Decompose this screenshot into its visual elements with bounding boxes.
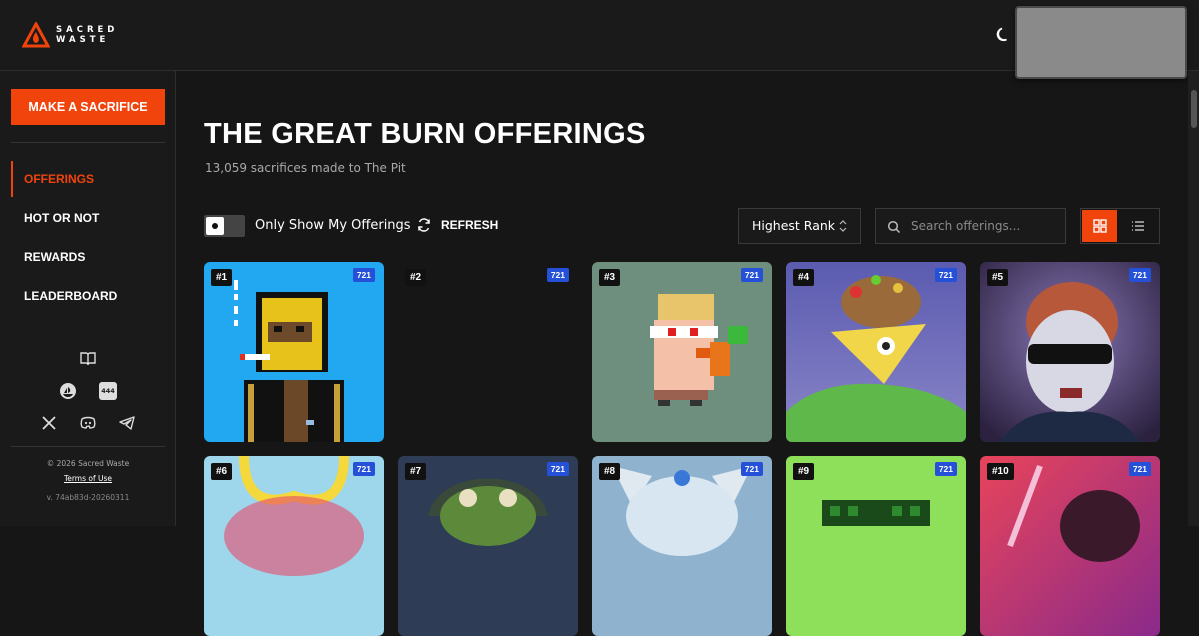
- offering-card[interactable]: #10 721: [980, 456, 1160, 636]
- nft-thumbnail: [592, 262, 772, 442]
- toggle-knob: [206, 217, 224, 235]
- token-standard-badge: 721: [352, 462, 375, 476]
- offering-card[interactable]: #5 721: [980, 262, 1160, 442]
- refresh-label: REFRESH: [441, 218, 499, 232]
- sidebar-divider: [11, 142, 165, 143]
- nft-thumbnail: [204, 456, 384, 636]
- social-row-1: [0, 351, 176, 367]
- view-toggle: [1080, 208, 1160, 244]
- book-icon[interactable]: [79, 351, 97, 367]
- offering-card[interactable]: #7 721: [398, 456, 578, 636]
- token-standard-badge: 721: [934, 268, 957, 282]
- social-row-2: 444: [0, 382, 176, 400]
- token-standard-badge: 721: [546, 462, 569, 476]
- offering-card[interactable]: #9 721: [786, 456, 966, 636]
- rank-badge: #6: [211, 463, 233, 480]
- my-offerings-toggle[interactable]: [204, 215, 245, 237]
- moon-icon[interactable]: [994, 26, 1012, 44]
- search-input[interactable]: [911, 217, 1061, 235]
- nft-thumbnail: [980, 262, 1160, 442]
- sidebar-item-offerings[interactable]: OFFERINGS: [11, 161, 165, 200]
- rank-badge: #10: [987, 463, 1014, 480]
- offering-card[interactable]: #8 721: [592, 456, 772, 636]
- rank-badge: #1: [211, 269, 233, 286]
- scrollbar-thumb[interactable]: [1191, 90, 1197, 128]
- 444-icon[interactable]: 444: [99, 382, 117, 400]
- terms-link[interactable]: Terms of Use: [0, 474, 176, 483]
- scrollbar-track[interactable]: [1188, 71, 1199, 526]
- opensea-icon[interactable]: [59, 382, 77, 400]
- sidebar: MAKE A SACRIFICE OFFERINGS HOT OR NOT RE…: [0, 71, 176, 526]
- make-sacrifice-button[interactable]: MAKE A SACRIFICE: [11, 89, 165, 125]
- refresh-button[interactable]: REFRESH: [417, 218, 498, 232]
- discord-icon[interactable]: [79, 415, 97, 431]
- sidebar-nav: OFFERINGS HOT OR NOT REWARDS LEADERBOARD: [11, 161, 165, 317]
- page-title: THE GREAT BURN OFFERINGS: [204, 118, 646, 150]
- rank-badge: #4: [793, 269, 815, 286]
- top-bar: SACRED WASTE: [0, 0, 1199, 79]
- rank-badge: #7: [405, 463, 427, 480]
- x-icon[interactable]: [41, 415, 57, 431]
- nft-thumbnail: [398, 262, 578, 442]
- sort-select[interactable]: Highest Rank: [738, 208, 861, 244]
- social-row-3: [0, 415, 176, 431]
- token-standard-badge: 721: [740, 462, 763, 476]
- flame-triangle-icon: [22, 22, 50, 48]
- search-icon: [887, 220, 901, 234]
- rank-badge: #3: [599, 269, 621, 286]
- wallet-connect-button[interactable]: [1015, 6, 1187, 79]
- token-standard-badge: 721: [740, 268, 763, 282]
- sacrifice-count: 13,059 sacrifices made to The Pit: [205, 161, 406, 175]
- telegram-icon[interactable]: [119, 415, 135, 431]
- nft-thumbnail: [398, 456, 578, 636]
- nft-thumbnail: [786, 456, 966, 636]
- list-icon: [1131, 221, 1144, 231]
- sidebar-footer-divider: [11, 446, 165, 447]
- list-view-button[interactable]: [1118, 209, 1157, 243]
- rank-badge: #8: [599, 463, 621, 480]
- nft-thumbnail: [204, 262, 384, 442]
- offering-card[interactable]: #4 721: [786, 262, 966, 442]
- nft-thumbnail: [592, 456, 772, 636]
- sidebar-item-leaderboard[interactable]: LEADERBOARD: [11, 278, 165, 317]
- token-standard-badge: 721: [1128, 268, 1151, 282]
- offering-card[interactable]: #6 721: [204, 456, 384, 636]
- rank-badge: #5: [987, 269, 1009, 286]
- search-box[interactable]: [875, 208, 1066, 244]
- sidebar-item-hot-or-not[interactable]: HOT OR NOT: [11, 200, 165, 239]
- version-text: v. 74ab83d-20260311: [46, 493, 130, 502]
- rank-badge: #9: [793, 463, 815, 480]
- brand-logo[interactable]: SACRED WASTE: [22, 22, 118, 48]
- rank-badge: #2: [405, 269, 427, 286]
- sort-selected-value: Highest Rank: [752, 218, 836, 233]
- chevron-up-down-icon: [839, 220, 847, 232]
- nft-thumbnail: [786, 262, 966, 442]
- nft-thumbnail: [980, 456, 1160, 636]
- brand-line-1: SACRED: [56, 25, 119, 35]
- offering-card[interactable]: #1 721: [204, 262, 384, 442]
- offering-card[interactable]: #2 721: [398, 262, 578, 442]
- token-standard-badge: 721: [1128, 462, 1151, 476]
- offering-card[interactable]: #3 721: [592, 262, 772, 442]
- token-standard-badge: 721: [546, 268, 569, 282]
- brand-line-2: WASTE: [56, 35, 110, 45]
- my-offerings-label: Only Show My Offerings: [255, 218, 411, 233]
- grid-view-button[interactable]: [1082, 210, 1117, 242]
- refresh-icon: [418, 218, 430, 232]
- grid-icon: [1092, 219, 1107, 233]
- sidebar-item-rewards[interactable]: REWARDS: [11, 239, 165, 278]
- token-standard-badge: 721: [352, 268, 375, 282]
- copyright-text: © 2026 Sacred Waste: [46, 459, 130, 468]
- token-standard-badge: 721: [934, 462, 957, 476]
